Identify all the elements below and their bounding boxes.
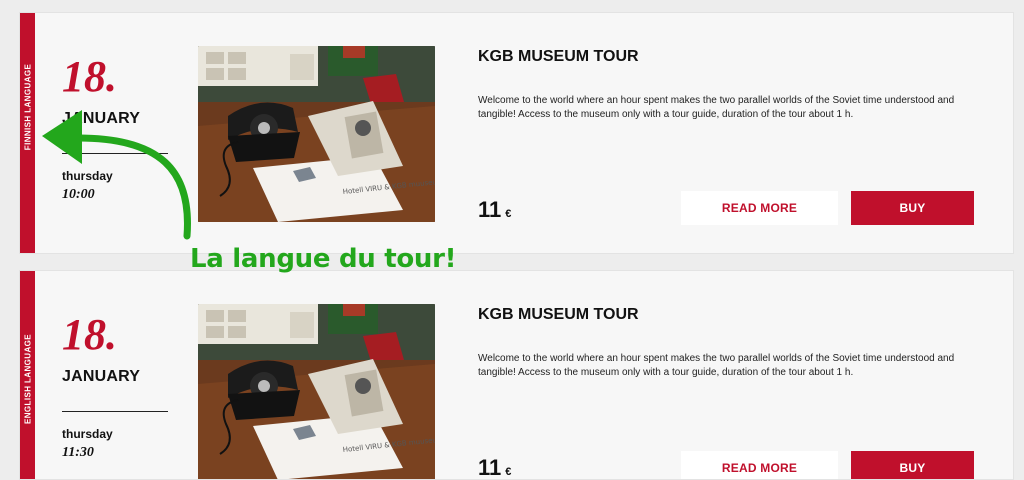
- kgb-museum-photo: Hotell VIRU & KGB muuseum: [198, 46, 435, 222]
- tour-title: KGB MUSEUM TOUR: [478, 306, 639, 323]
- tour-card: FINNISH LANGUAGE 18. JANUARY thursday 10…: [19, 12, 1014, 254]
- tour-weekday: thursday: [62, 427, 113, 441]
- tour-card: ENGLISH LANGUAGE 18. JANUARY thursday 11…: [19, 270, 1014, 480]
- tour-title: KGB MUSEUM TOUR: [478, 48, 639, 65]
- read-more-button[interactable]: READ MORE: [681, 191, 838, 225]
- tour-day: 18.: [62, 310, 117, 359]
- date-divider: [62, 153, 168, 154]
- language-bar: FINNISH LANGUAGE: [20, 13, 35, 253]
- language-bar: ENGLISH LANGUAGE: [20, 271, 35, 479]
- read-more-button[interactable]: READ MORE: [681, 451, 838, 479]
- tour-photo[interactable]: Hotell VIRU & KGB muuseum: [198, 304, 435, 479]
- tour-photo[interactable]: Hotell VIRU & KGB muuseum: [198, 46, 435, 222]
- tour-month: JANUARY: [62, 110, 141, 127]
- tour-month: JANUARY: [62, 368, 141, 385]
- tour-time: 10:00: [62, 187, 95, 202]
- language-label: FINNISH LANGUAGE: [23, 63, 32, 151]
- tour-description: Welcome to the world where an hour spent…: [478, 353, 955, 378]
- price-value: 11: [478, 197, 502, 222]
- kgb-museum-photo: Hotell VIRU & KGB muuseum: [198, 304, 435, 479]
- date-divider: [62, 411, 168, 412]
- annotation-text: La langue du tour!: [190, 244, 457, 274]
- language-label: ENGLISH LANGUAGE: [23, 334, 32, 424]
- tour-weekday: thursday: [62, 169, 113, 183]
- buy-button[interactable]: BUY: [851, 451, 974, 479]
- tour-time: 11:30: [62, 445, 94, 460]
- tour-description: Welcome to the world where an hour spent…: [478, 95, 955, 120]
- buy-button[interactable]: BUY: [851, 191, 974, 225]
- tour-price: 11 €: [478, 197, 511, 223]
- price-currency: €: [505, 208, 512, 220]
- tour-day: 18.: [62, 52, 117, 101]
